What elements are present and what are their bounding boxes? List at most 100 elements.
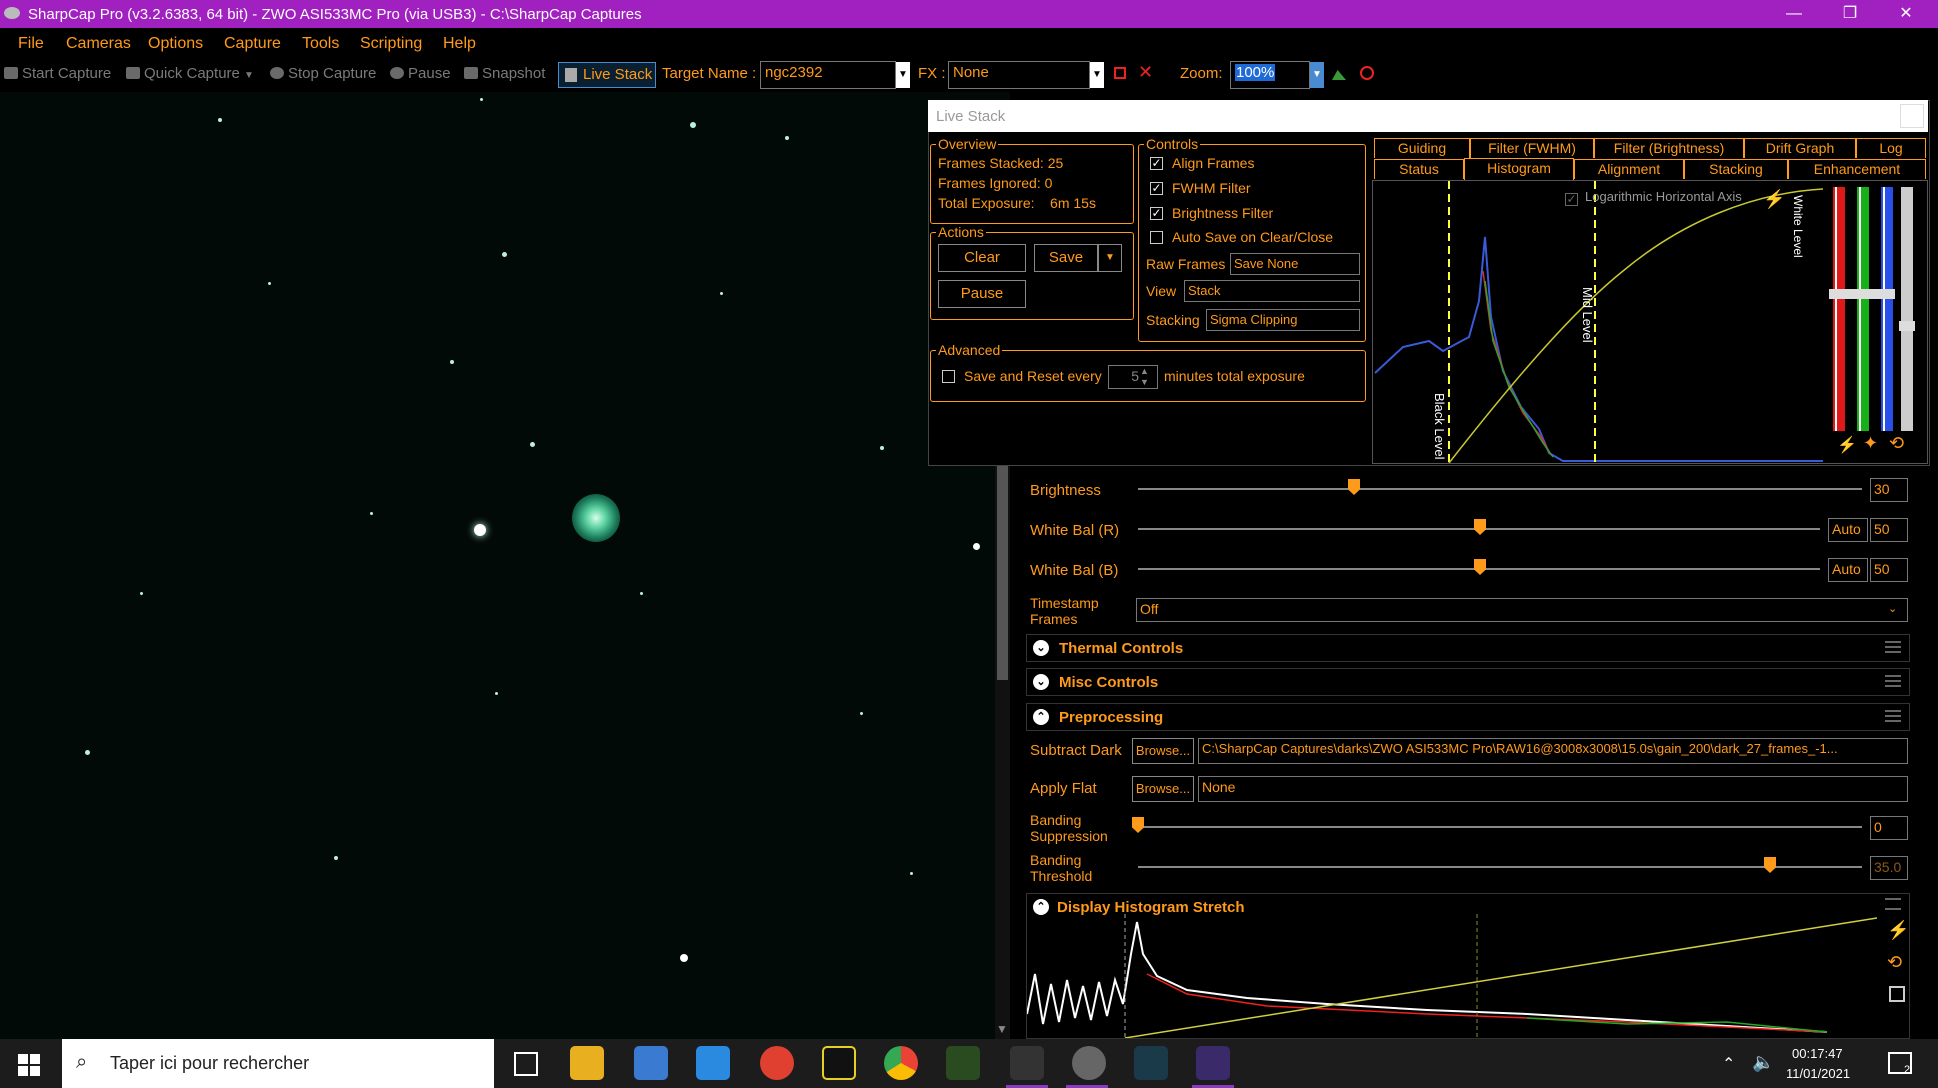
camera-preview-image[interactable] <box>0 92 1010 1039</box>
fx-dropdown-icon[interactable]: ▼ <box>1090 62 1104 88</box>
save-reset-interval-input[interactable]: 5 <box>1108 365 1158 389</box>
banding-threshold-slider[interactable] <box>1138 866 1862 868</box>
app-icon[interactable] <box>760 1046 794 1080</box>
raw-frames-select[interactable]: Save None <box>1230 253 1360 275</box>
reset-icon[interactable]: ⟲ <box>1887 952 1902 973</box>
wb-r-auto-button[interactable]: Auto <box>1828 518 1868 542</box>
chevron-down-icon[interactable]: ⌄ <box>1033 640 1049 656</box>
menu-icon[interactable] <box>1885 675 1901 687</box>
live-stack-title-bar[interactable]: Live Stack <box>928 100 1928 132</box>
tab-filter-fwhm[interactable]: Filter (FWHM) <box>1470 138 1594 158</box>
stacking-select[interactable]: Sigma Clipping <box>1206 309 1360 331</box>
close-button[interactable]: ✕ <box>1878 0 1934 28</box>
view-select[interactable]: Stack <box>1184 280 1360 302</box>
brightness-value[interactable]: 30 <box>1870 478 1908 502</box>
rgb-level-handle[interactable] <box>1829 289 1895 299</box>
app-icon[interactable] <box>1072 1046 1106 1080</box>
file-explorer-icon[interactable] <box>570 1046 604 1080</box>
menu-file[interactable]: File <box>18 35 44 53</box>
banding-suppression-slider[interactable] <box>1138 826 1862 828</box>
subtract-dark-select[interactable]: C:\SharpCap Captures\darks\ZWO ASI533MC … <box>1198 738 1908 764</box>
apply-flat-browse-button[interactable]: Browse... <box>1132 776 1194 802</box>
save-reset-checkbox[interactable] <box>942 370 955 383</box>
start-capture-button[interactable]: Start Capture <box>4 65 111 82</box>
menu-icon[interactable] <box>1885 641 1901 653</box>
tab-guiding[interactable]: Guiding <box>1374 138 1470 158</box>
wb-b-auto-button[interactable]: Auto <box>1828 558 1868 582</box>
target-name-dropdown-icon[interactable]: ▼ <box>896 62 910 88</box>
fx-select-area-icon[interactable] <box>1114 67 1126 79</box>
chevron-down-icon[interactable]: ⌄ <box>1033 674 1049 690</box>
wb-r-value[interactable]: 50 <box>1870 518 1908 542</box>
banding-threshold-value[interactable]: 35.0 <box>1870 856 1908 880</box>
app-icon[interactable] <box>696 1046 730 1080</box>
auto-stretch-icon[interactable]: ⚡ <box>1887 920 1909 941</box>
live-stack-histogram[interactable]: ✓ Logarithmic Horizontal Axis Black Leve… <box>1372 180 1928 464</box>
volume-icon[interactable]: 🔈 <box>1752 1052 1774 1073</box>
tab-filter-brightness[interactable]: Filter (Brightness) <box>1594 138 1744 158</box>
chevron-up-icon[interactable]: ⌃ <box>1033 899 1049 915</box>
live-stack-close-button[interactable] <box>1900 104 1924 128</box>
clock-time[interactable]: 00:17:47 <box>1792 1046 1843 1061</box>
auto-stretch-icon[interactable]: ⚡ <box>1837 435 1857 455</box>
boost-icon[interactable]: ✦ <box>1863 433 1878 454</box>
fx-clear-icon[interactable]: ✕ <box>1138 62 1153 83</box>
live-stack-button[interactable]: Live Stack <box>558 62 656 88</box>
target-name-input[interactable]: ngc2392 <box>760 61 896 89</box>
fx-select[interactable]: None <box>948 61 1090 89</box>
pause-stack-button[interactable]: Pause <box>938 280 1026 308</box>
tab-drift-graph[interactable]: Drift Graph <box>1744 138 1856 158</box>
tray-chevron-up-icon[interactable]: ⌃ <box>1722 1054 1735 1074</box>
menu-cameras[interactable]: Cameras <box>66 35 131 53</box>
app-icon[interactable] <box>822 1046 856 1080</box>
save-button[interactable]: Save <box>1034 244 1098 272</box>
sharpcap-taskbar-icon[interactable] <box>1196 1046 1230 1080</box>
menu-help[interactable]: Help <box>443 35 476 53</box>
preprocessing-section[interactable]: ⌃ Preprocessing <box>1026 703 1910 731</box>
scroll-down-icon[interactable]: ▼ <box>996 1022 1008 1036</box>
clear-button[interactable]: Clear <box>938 244 1026 272</box>
chevron-up-icon[interactable]: ⌃ <box>1033 709 1049 725</box>
menu-scripting[interactable]: Scripting <box>360 35 422 53</box>
taskbar-search-box[interactable]: ⌕ Taper ici pour rechercher <box>62 1039 494 1088</box>
snapshot-button[interactable]: Snapshot <box>464 65 545 82</box>
tab-stacking[interactable]: Stacking <box>1684 159 1788 179</box>
menu-icon[interactable] <box>1885 898 1901 910</box>
menu-icon[interactable] <box>1885 710 1901 722</box>
menu-tools[interactable]: Tools <box>302 35 339 53</box>
minimize-button[interactable]: — <box>1766 0 1822 28</box>
auto-save-checkbox[interactable] <box>1150 231 1163 244</box>
timestamp-select[interactable]: Off <box>1136 598 1908 622</box>
reset-icon[interactable]: ⟲ <box>1889 433 1904 454</box>
brightness-slider[interactable] <box>1138 488 1862 490</box>
subtract-dark-browse-button[interactable]: Browse... <box>1132 738 1194 764</box>
pause-button[interactable]: Pause <box>390 65 451 82</box>
stop-capture-button[interactable]: Stop Capture <box>270 65 376 82</box>
menu-options[interactable]: Options <box>148 35 203 53</box>
clock-date[interactable]: 11/01/2021 <box>1786 1066 1850 1081</box>
apply-flat-select[interactable]: None <box>1198 776 1908 802</box>
reticle-icon[interactable] <box>1360 66 1374 80</box>
windows-start-icon[interactable] <box>18 1054 40 1076</box>
auto-stretch-icon[interactable]: ⚡ <box>1763 189 1785 210</box>
app-icon[interactable] <box>1134 1046 1168 1080</box>
luminance-level-handle[interactable] <box>1899 321 1915 331</box>
save-icon[interactable] <box>1889 986 1905 1002</box>
wb-b-value[interactable]: 50 <box>1870 558 1908 582</box>
chevron-down-icon[interactable]: ▼ <box>244 70 254 81</box>
misc-controls-section[interactable]: ⌄ Misc Controls <box>1026 668 1910 696</box>
banding-suppression-value[interactable]: 0 <box>1870 816 1908 840</box>
cpwi-icon[interactable] <box>1010 1046 1044 1080</box>
chrome-icon[interactable] <box>884 1046 918 1080</box>
quick-capture-button[interactable]: Quick Capture ▼ <box>126 65 254 82</box>
tab-log[interactable]: Log <box>1856 138 1926 158</box>
chevron-down-icon[interactable]: ⌄ <box>1888 602 1897 615</box>
task-view-icon[interactable] <box>514 1052 538 1076</box>
display-histogram-chart[interactable] <box>1027 914 1877 1038</box>
tab-enhancement[interactable]: Enhancement <box>1788 159 1926 179</box>
calculator-icon[interactable] <box>634 1046 668 1080</box>
save-options-chevron-icon[interactable]: ▼ <box>1098 244 1122 272</box>
zoom-dropdown-icon[interactable]: ▼ <box>1310 62 1324 88</box>
maximize-button[interactable]: ❐ <box>1822 0 1878 28</box>
brightness-filter-checkbox[interactable]: ✓ <box>1150 207 1163 220</box>
